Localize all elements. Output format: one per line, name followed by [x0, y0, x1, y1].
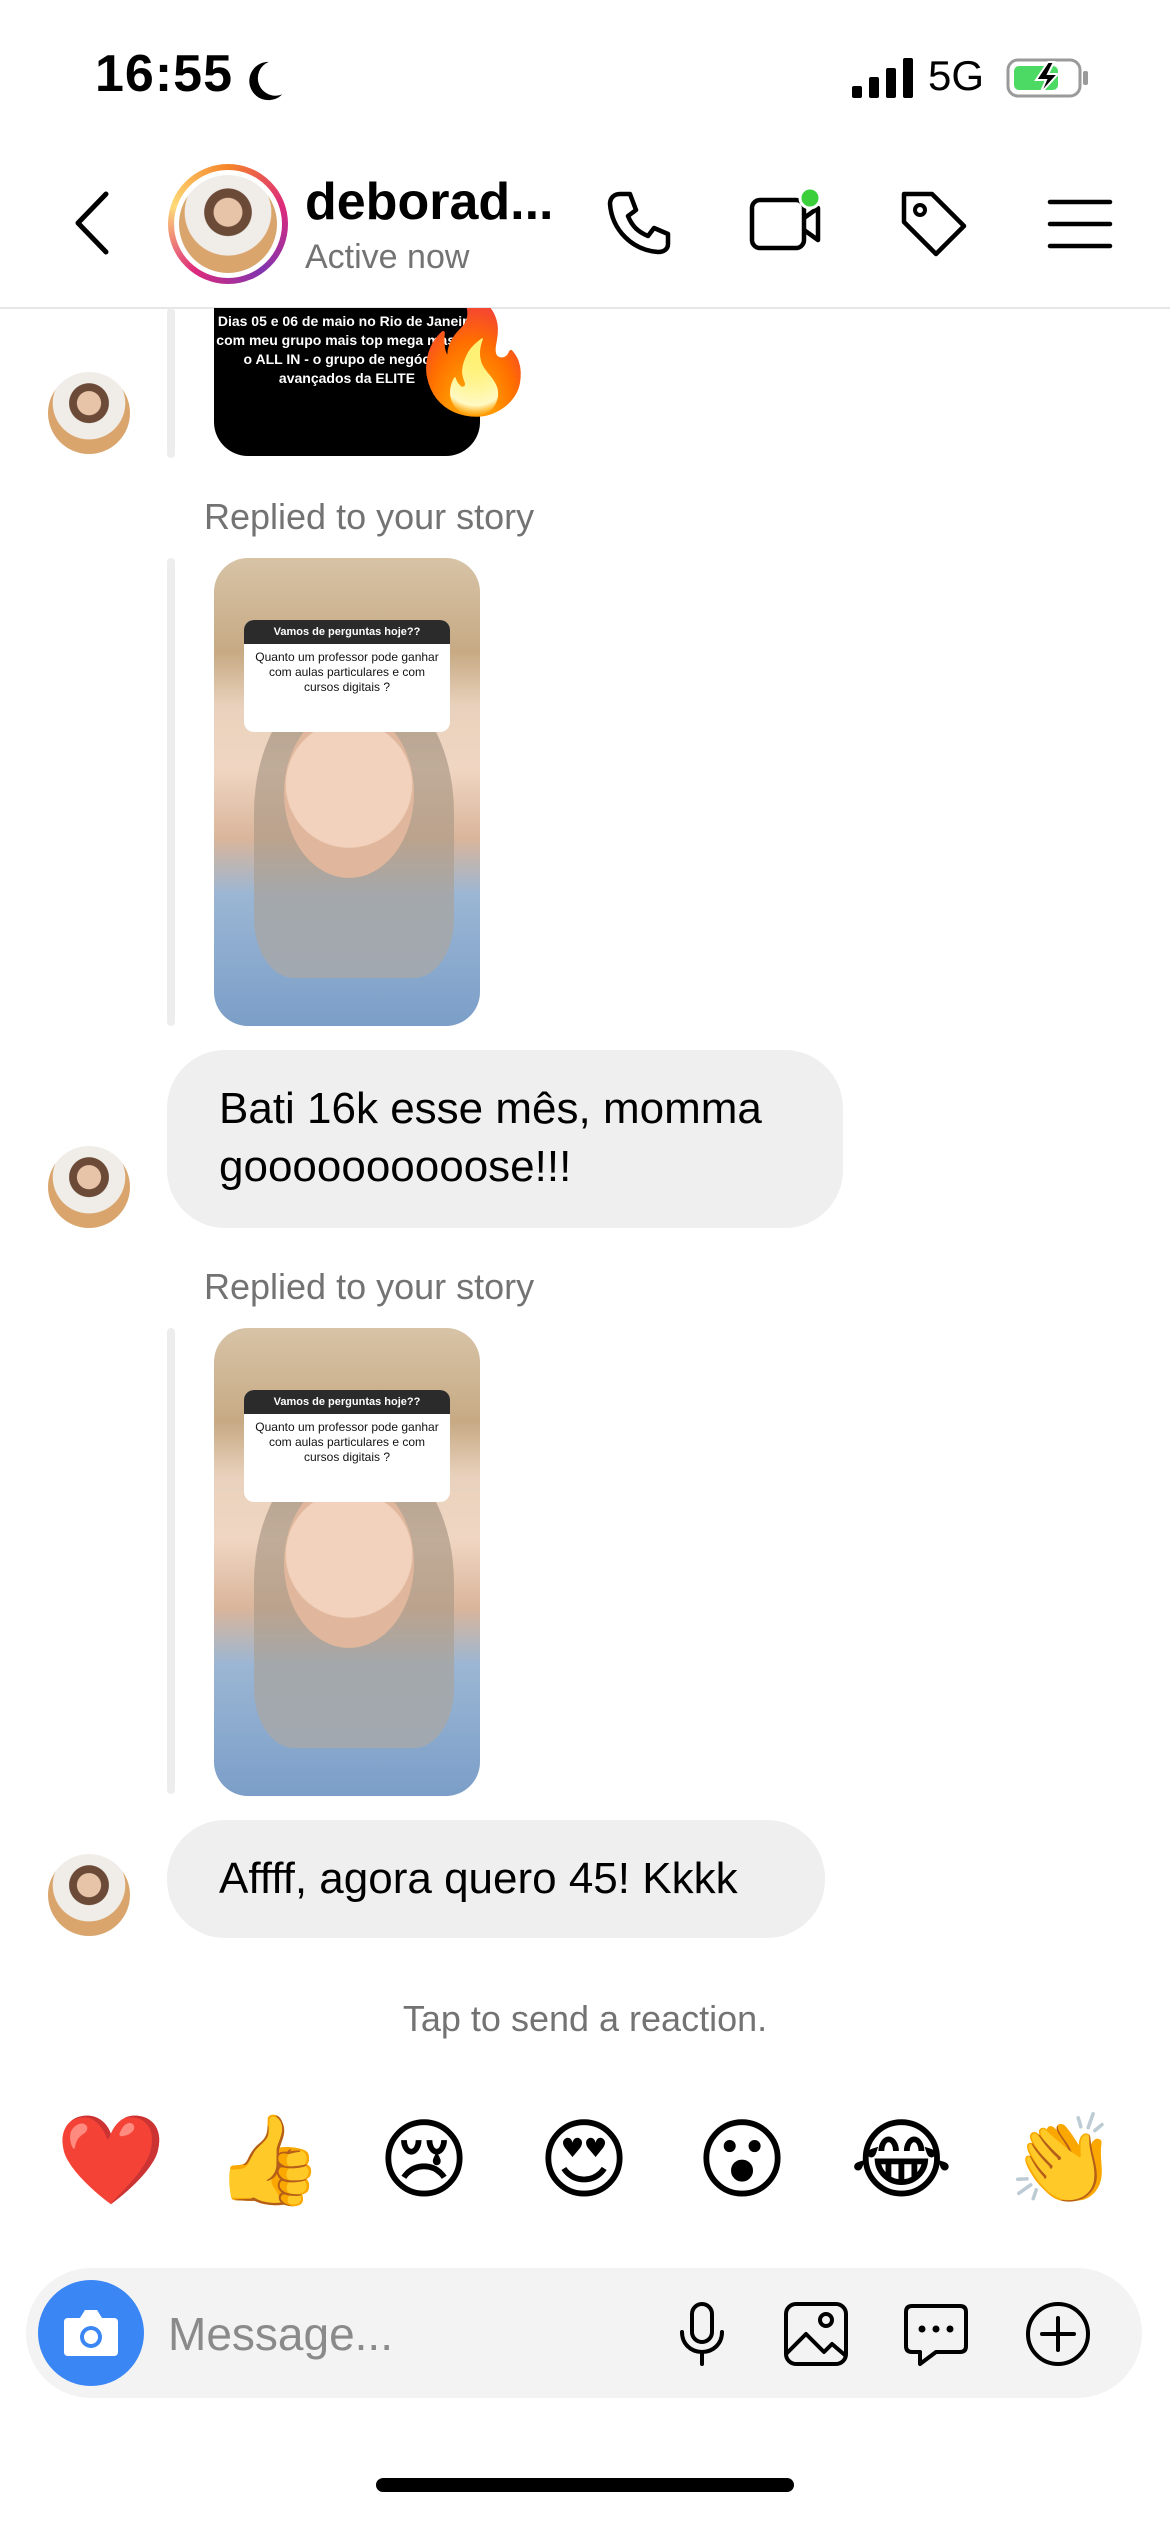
network-type: 5G [928, 52, 985, 99]
status-bar: 16:55 5G [0, 0, 1170, 150]
sticker-chat-icon[interactable] [900, 2298, 972, 2370]
reply-indicator-bar [167, 558, 175, 1026]
microphone-icon[interactable] [666, 2298, 738, 2370]
message-composer [26, 2268, 1142, 2398]
video-call-icon[interactable] [748, 186, 822, 260]
story-reply-thumbnail[interactable]: Vamos de perguntas hoje?? Quanto um prof… [214, 558, 480, 1026]
sender-avatar[interactable] [48, 372, 130, 454]
question-sticker: Vamos de perguntas hoje?? Quanto um prof… [244, 1390, 450, 1502]
story-reply-thumbnail[interactable]: Vamos de perguntas hoje?? Quanto um prof… [214, 1328, 480, 1796]
message-input[interactable] [166, 2296, 590, 2372]
chat-thread: Dias 05 e 06 de maio no Rio de Janeiro c… [0, 308, 1170, 2078]
message-bubble[interactable]: Affff, agora quero 45! Kkkk [167, 1820, 825, 1938]
question-sticker: Vamos de perguntas hoje?? Quanto um prof… [244, 620, 450, 732]
reply-indicator-bar [167, 308, 175, 458]
tag-icon[interactable] [896, 186, 970, 260]
reaction-prompt: Tap to send a reaction. [402, 1998, 768, 2039]
reaction-thumbs-up[interactable]: 👍 [214, 2110, 324, 2210]
battery-charging-icon [1006, 58, 1088, 98]
moon-icon [249, 61, 283, 101]
camera-button[interactable] [38, 2280, 144, 2386]
contact-username[interactable]: deborad... [305, 172, 553, 232]
back-chevron-icon[interactable] [68, 188, 118, 258]
fire-reaction: 🔥 [405, 308, 542, 418]
reaction-laughing[interactable]: 😂 [850, 2110, 953, 2210]
reaction-surprised[interactable]: 😮 [692, 2110, 792, 2210]
gallery-icon[interactable] [780, 2298, 852, 2370]
replied-to-story-label: Replied to your story [204, 1266, 535, 1307]
sender-avatar[interactable] [48, 1146, 130, 1228]
message-bubble[interactable]: Bati 16k esse mês, momma goooooooooose!!… [167, 1050, 843, 1228]
add-circle-icon[interactable] [1022, 2298, 1094, 2370]
phone-icon[interactable] [602, 186, 676, 260]
chat-header: deborad... Active now [0, 150, 1170, 309]
active-status: Active now [305, 238, 470, 276]
menu-icon[interactable] [1044, 186, 1118, 260]
camera-icon [64, 2310, 118, 2356]
reaction-crying[interactable]: 😢 [374, 2110, 474, 2210]
replied-to-story-label: Replied to your story [204, 496, 535, 537]
reaction-heart[interactable]: ❤️ [56, 2110, 166, 2210]
reply-indicator-bar [167, 1328, 175, 1794]
contact-avatar[interactable] [168, 164, 288, 284]
cellular-signal-icon [852, 58, 913, 98]
reaction-clapping[interactable]: 👏 [1008, 2110, 1118, 2210]
status-time: 16:55 [95, 45, 233, 103]
home-indicator [376, 2478, 794, 2492]
sender-avatar[interactable] [48, 1854, 130, 1936]
reaction-heart-eyes[interactable]: 😍 [534, 2110, 634, 2210]
